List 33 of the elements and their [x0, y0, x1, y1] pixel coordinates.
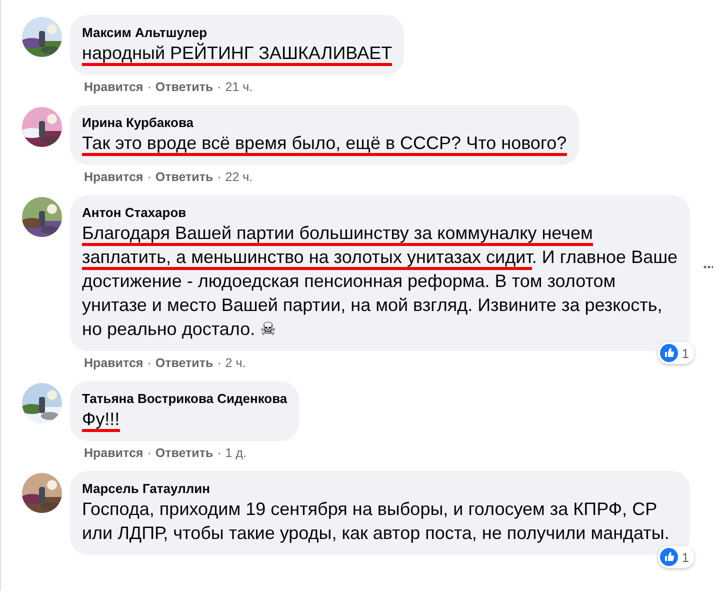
- action-link[interactable]: Нравится: [84, 356, 144, 381]
- comment-text: Благодаря Вашей партии большинству за коммуналку нечем заплатить, а меньшинство на золотых унитазах сидит. И главное Ваше достижение - людоедская пенсионная реформа. В том золотом унитазе и место Вашей партии, на мой взгляд. Извините за резкость, но реально достало. ☠: [82, 222, 678, 341]
- action-link[interactable]: Нравится: [84, 170, 144, 195]
- author-name[interactable]: Марсель Гатауллин: [82, 480, 210, 497]
- comment-text: Господа, приходим 19 сентября на выборы, и голосуем за КПРФ, СР или ЛДПР, чтобы такие уроды, как автор поста, не получили мандаты.: [82, 498, 670, 545]
- timestamp[interactable]: 22 ч.: [225, 170, 253, 195]
- action-link[interactable]: Ответить: [155, 170, 214, 195]
- author-name[interactable]: Татьяна Вострикова Сиденкова: [82, 390, 288, 407]
- separator-dot: ·: [217, 170, 222, 186]
- thumbs-up-icon: [660, 344, 678, 362]
- action-link[interactable]: Нравится: [84, 446, 144, 471]
- separator-dot: ·: [217, 446, 222, 462]
- author-name[interactable]: Ирина Курбакова: [82, 114, 194, 131]
- timestamp[interactable]: 21 ч.: [225, 80, 253, 105]
- action-link[interactable]: Ответить: [155, 356, 214, 381]
- timestamp[interactable]: 2 ч.: [225, 356, 246, 381]
- action-link[interactable]: Нравится: [84, 80, 144, 105]
- reaction-badge[interactable]: 1: [658, 546, 694, 568]
- separator-dot: ·: [147, 356, 152, 372]
- separator-dot: ·: [147, 80, 152, 96]
- separator-dot: ·: [217, 80, 222, 96]
- separator-dot: ·: [217, 356, 222, 372]
- timestamp[interactable]: 1 д.: [225, 446, 246, 471]
- separator-dot: ·: [147, 446, 152, 462]
- comment-text: народный РЕЙТИНГ ЗАШКАЛИВАЕТ: [82, 41, 392, 65]
- reaction-badge[interactable]: 1: [658, 342, 694, 364]
- more-options-icon[interactable]: [703, 265, 713, 269]
- separator-dot: ·: [147, 170, 152, 186]
- thumbs-up-icon: [660, 548, 678, 566]
- action-link[interactable]: Ответить: [155, 80, 214, 105]
- action-link[interactable]: Ответить: [155, 446, 214, 471]
- author-name[interactable]: Максим Альтшулер: [82, 24, 208, 41]
- author-name[interactable]: Антон Стахаров: [82, 204, 186, 221]
